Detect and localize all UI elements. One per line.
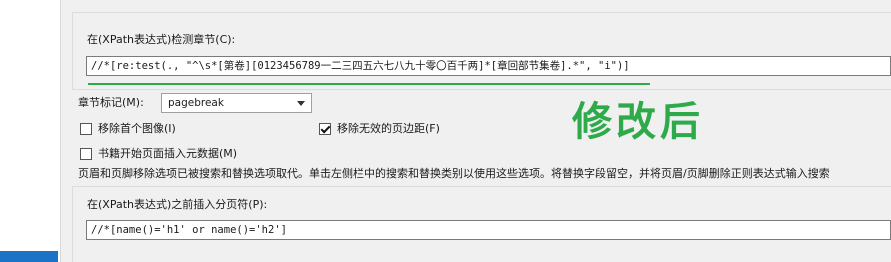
chapter-mark-value: pagebreak [168, 97, 224, 109]
chapter-mark-select[interactable]: pagebreak [161, 93, 312, 113]
chevron-down-icon [297, 101, 305, 106]
remove-fake-margins-checkbox[interactable] [319, 123, 331, 135]
header-footer-notice: 页眉和页脚移除选项已被搜索和替换选项取代。单击左侧栏中的搜索和替换类别以使用这些… [78, 167, 830, 180]
insert-metadata-checkbox[interactable] [80, 148, 92, 160]
chapter-mark-label: 章节标记(M): [78, 96, 144, 109]
insert-pagebreak-input[interactable]: //*[name()='h1' or name()='h2'] [86, 220, 891, 240]
remove-fake-margins-label[interactable]: 移除无效的页边距(F) [337, 122, 440, 136]
left-category-panel[interactable] [0, 0, 61, 262]
modified-annotation: 修改后 [572, 99, 704, 145]
highlight-underline [88, 83, 650, 85]
detect-chapters-group [72, 12, 891, 90]
insert-pagebreak-label: 在(XPath表达式)之前插入分页符(P): [87, 198, 268, 211]
selected-category-item[interactable] [0, 251, 58, 262]
insert-metadata-label[interactable]: 书籍开始页面插入元数据(M) [98, 147, 237, 161]
detect-chapters-input[interactable]: //*[re:test(., "^\s*[第卷][0123456789一二三四五… [86, 56, 891, 76]
detect-chapters-label: 在(XPath表达式)检测章节(C): [87, 33, 236, 46]
remove-first-image-label[interactable]: 移除首个图像(I) [98, 122, 176, 136]
structure-detection-panel: 在(XPath表达式)检测章节(C): //*[re:test(., "^\s*… [0, 0, 891, 262]
remove-first-image-checkbox[interactable] [80, 123, 92, 135]
